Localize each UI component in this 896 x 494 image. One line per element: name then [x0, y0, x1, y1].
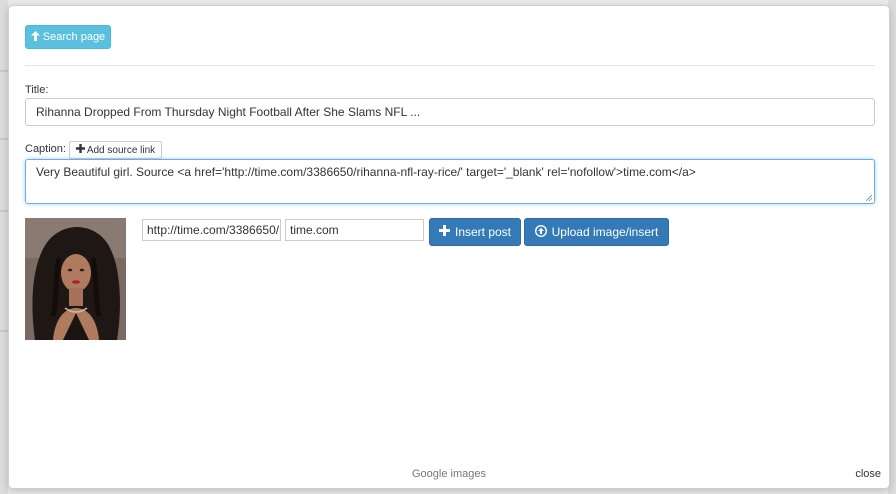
image-source-input[interactable]: time.com — [285, 219, 424, 241]
caption-label: Caption: — [25, 143, 66, 155]
caption-text: Very Beautiful girl. Source <a href='htt… — [36, 165, 696, 179]
plus-icon — [75, 144, 85, 156]
background-left-strip — [0, 0, 8, 494]
upload-image-insert-label: Upload image/insert — [551, 225, 659, 239]
plus-icon — [438, 225, 450, 239]
circle-arrow-up-icon — [534, 224, 547, 240]
close-link[interactable]: close — [855, 468, 881, 480]
insert-post-label: Insert post — [454, 225, 512, 239]
resize-grip-icon[interactable] — [866, 195, 872, 201]
search-page-button[interactable]: Search page — [25, 25, 111, 49]
provider-label: Google images — [412, 468, 486, 480]
title-label: Title: — [25, 84, 49, 96]
divider — [25, 65, 875, 66]
insert-post-button[interactable]: Insert post — [429, 218, 521, 246]
image-url-input[interactable]: http://time.com/3386650/rihanna-nfl-ray-… — [142, 219, 281, 241]
add-source-link-label: Add source link — [86, 144, 156, 156]
image-search-modal: Search page Title: Rihanna Dropped From … — [8, 5, 890, 489]
upload-image-insert-button[interactable]: Upload image/insert — [524, 218, 669, 246]
caption-textarea[interactable]: Very Beautiful girl. Source <a href='htt… — [25, 159, 875, 204]
search-page-label: Search page — [42, 31, 106, 43]
title-input[interactable]: Rihanna Dropped From Thursday Night Foot… — [25, 98, 875, 126]
arrow-up-icon — [30, 30, 40, 44]
add-source-link-button[interactable]: Add source link — [69, 141, 162, 159]
result-image-thumbnail[interactable] — [25, 218, 126, 340]
